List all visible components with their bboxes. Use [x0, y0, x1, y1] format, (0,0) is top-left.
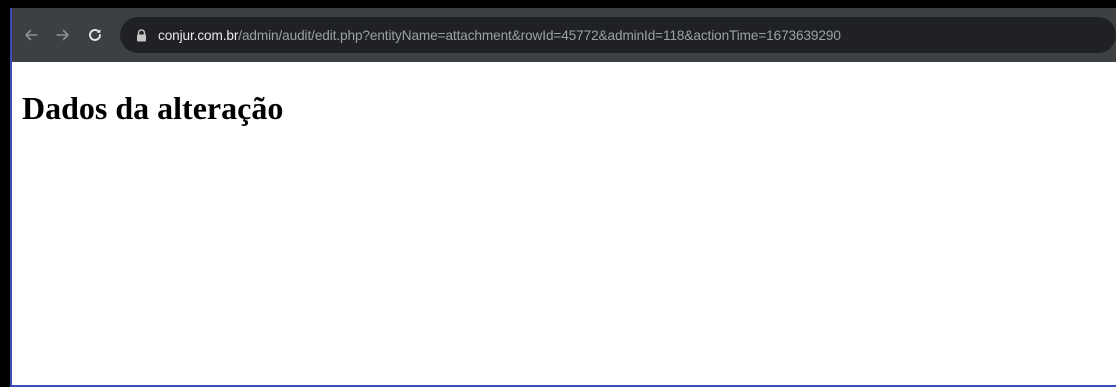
url-text[interactable]: conjur.com.br/admin/audit/edit.php?entit…: [158, 28, 841, 43]
page-content: Dados da alteração: [12, 62, 1116, 385]
lock-icon[interactable]: [134, 27, 148, 43]
reload-icon: [89, 29, 101, 41]
back-arrow-icon: [25, 29, 38, 41]
forward-arrow-icon: [56, 29, 69, 41]
browser-toolbar: conjur.com.br/admin/audit/edit.php?entit…: [12, 8, 1116, 62]
reload-button[interactable]: [82, 22, 108, 48]
forward-button[interactable]: [50, 22, 76, 48]
address-bar[interactable]: conjur.com.br/admin/audit/edit.php?entit…: [120, 17, 1116, 53]
back-button[interactable]: [18, 22, 44, 48]
url-path: /admin/audit/edit.php?entityName=attachm…: [238, 27, 841, 43]
url-domain: conjur.com.br: [158, 27, 239, 43]
page-title: Dados da alteração: [22, 90, 284, 126]
